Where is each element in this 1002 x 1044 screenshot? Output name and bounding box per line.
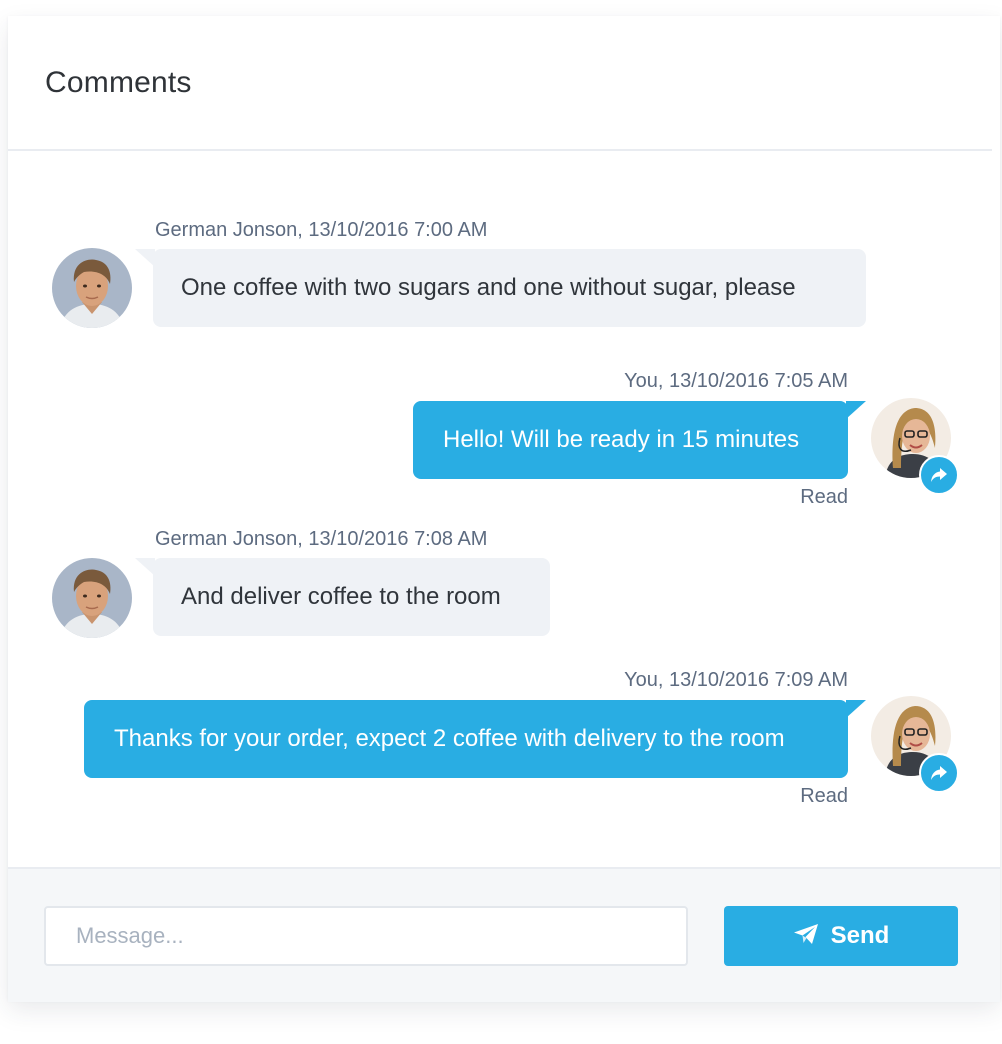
avatar-german-jonson (52, 558, 132, 638)
avatar-german-jonson (52, 248, 132, 328)
composer-bar: Send (8, 867, 1000, 1002)
message-bubble-outgoing: Thanks for your order, expect 2 coffee w… (84, 700, 848, 778)
bubble-tail (846, 700, 866, 718)
paper-plane-icon (793, 923, 819, 950)
read-status: Read (800, 486, 848, 508)
message-bubble-incoming: And deliver coffee to the room (153, 558, 550, 636)
message-input[interactable] (44, 906, 688, 966)
reply-arrow-icon (919, 753, 959, 793)
reply-arrow-icon (919, 455, 959, 495)
message-bubble-incoming: One coffee with two sugars and one witho… (153, 249, 866, 327)
message-meta: German Jonson, 13/10/2016 7:00 AM (155, 219, 488, 241)
bubble-tail (846, 401, 866, 419)
panel-header: Comments (8, 16, 992, 151)
bubble-tail (135, 558, 155, 576)
read-status: Read (800, 785, 848, 807)
panel-title: Comments (45, 66, 192, 99)
send-button-label: Send (830, 922, 890, 949)
message-bubble-outgoing: Hello! Will be ready in 15 minutes (413, 401, 848, 479)
bubble-tail (135, 249, 155, 267)
message-meta: You, 13/10/2016 7:09 AM (624, 669, 848, 691)
message-meta: You, 13/10/2016 7:05 AM (624, 370, 848, 392)
comments-panel: Comments German Jonson, 13/10/2016 7:00 … (8, 16, 1000, 1002)
message-meta: German Jonson, 13/10/2016 7:08 AM (155, 528, 488, 550)
send-button[interactable]: Send (724, 906, 958, 966)
